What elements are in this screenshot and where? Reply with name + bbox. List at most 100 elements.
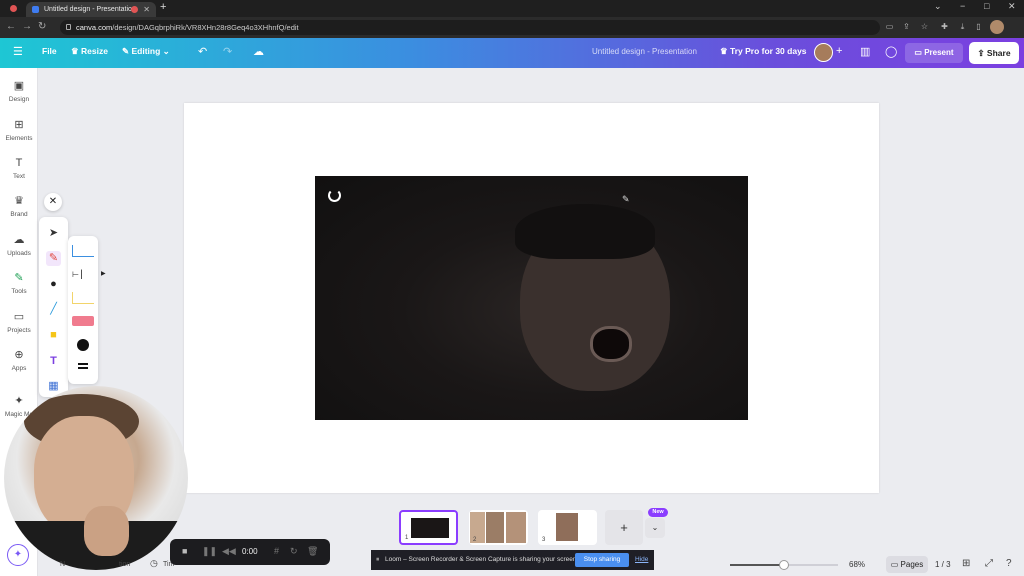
url-path: /design/DAGqbrphiRk/VR8XHn28r8Geq4o3XHhn… [112,23,299,32]
notes-label[interactable]: N [60,561,65,568]
tab-search-icon[interactable]: ⌄ [934,1,942,12]
highlighter-option[interactable] [72,292,94,304]
pen-option[interactable] [72,245,94,257]
video-hair [515,204,655,259]
trash-icon[interactable]: 🗑 [307,546,318,557]
tab-close-icon[interactable]: ✕ [143,2,150,17]
download-icon[interactable]: ⤓ [958,22,967,31]
tab-title: Untitled design - Presentatio [44,6,132,13]
webcam-bubble[interactable] [4,386,188,570]
bookmark-star-icon[interactable]: ☆ [920,22,929,31]
minimize-button[interactable]: − [960,1,965,11]
grid-view-icon[interactable]: ⊞ [962,558,970,569]
sidebar-item-label: Text [13,173,25,180]
maximize-button[interactable]: □ [984,1,989,11]
sticky-note-icon[interactable]: ■ [46,328,61,343]
reload-icon[interactable]: ↻ [38,21,46,32]
timer-icon[interactable]: ◷ [150,558,158,569]
share-icon: ⇪ [977,48,987,58]
eraser-option[interactable] [72,316,94,326]
add-page-button[interactable]: + [605,510,643,545]
pen-tool-icon[interactable]: ✎ [46,251,61,266]
restart-icon[interactable]: ↻ [290,546,298,557]
shapes-icon[interactable]: ● [46,277,61,292]
pages-icon: ▭ [890,560,901,569]
stop-sharing-button[interactable]: Stop sharing [575,553,629,567]
back-icon[interactable]: ← [6,21,16,32]
share-label: Share [986,48,1011,58]
pause-icon[interactable]: ❚❚ [202,546,217,557]
loom-pause-icon[interactable]: ⏸ [376,550,379,570]
zoom-slider-handle[interactable] [779,560,789,570]
hide-link[interactable]: Hide [635,550,648,570]
stop-record-icon[interactable]: ■ [182,546,187,556]
recording-dot-icon [10,5,17,12]
sidebar-item-tools[interactable]: ✎ Tools [0,272,38,295]
page-thumbnail-2[interactable]: 2 [469,510,528,545]
color-swatch[interactable] [77,339,89,351]
undo-icon[interactable]: ↶ [198,45,207,58]
page-number: 2 [473,537,477,543]
browser-tab[interactable]: Untitled design - Presentatio ✕ [26,2,156,17]
insights-icon[interactable]: ▥ [860,45,870,58]
menu-icon[interactable]: ☰ [13,45,23,58]
pen-options-panel: ⊢ ▏ [68,236,98,384]
resize-button[interactable]: ♛ Resize [71,46,108,57]
grid-icon[interactable]: # [274,546,279,556]
sidebar-item-uploads[interactable]: ☁ Uploads [0,234,38,257]
magic-assistant-icon[interactable]: ✦ [7,544,29,566]
text-tool-icon[interactable]: T [46,354,61,369]
extensions-icon[interactable]: ✚ [940,22,949,31]
table-tool-icon[interactable]: ▦ [46,379,61,394]
select-cursor-icon[interactable]: ➤ [46,226,61,241]
profile-avatar[interactable] [990,20,1004,34]
stroke-weight-icon[interactable] [78,363,88,365]
sidebar-item-design[interactable]: ▣ Design [0,80,38,103]
zoom-level[interactable]: 68% [849,560,865,569]
share-button[interactable]: ⇪ Share [969,42,1019,64]
duration-label[interactable]: tion [119,561,130,568]
crown-icon: ♛ [720,46,730,56]
crown-icon: ♛ [71,46,81,56]
design-icon: ▣ [13,80,25,92]
file-menu[interactable]: File [42,46,57,56]
cloud-save-icon[interactable]: ☁ [253,45,264,58]
add-collaborator-icon[interactable]: + [836,45,842,57]
present-button[interactable]: ▭ Present [905,43,963,63]
try-pro-button[interactable]: ♛ Try Pro for 30 days [720,46,807,57]
cast-icon[interactable]: ▭ [885,22,894,31]
fullscreen-icon[interactable]: ⤢ [985,558,993,569]
line-tool-icon[interactable]: ╱ [46,302,61,317]
close-window-button[interactable]: ✕ [1008,1,1016,12]
forward-icon[interactable]: → [22,21,32,32]
magic-media-icon: ✦ [14,395,24,407]
marker-option[interactable]: ⊢ ▏ [72,270,94,280]
page-thumbnail-3[interactable]: 3 [538,510,597,545]
sidebar-item-text[interactable]: T Text [0,157,38,180]
redo-icon[interactable]: ↷ [223,45,232,58]
document-title[interactable]: Untitled design - Presentation [592,47,697,56]
thumbnail-image [556,513,578,541]
chevron-down-icon[interactable]: ⌄ [645,518,665,538]
url-field[interactable]: canva.com/design/DAGqbrphiRk/VR8XHn28r8G… [60,20,880,35]
chevron-down-icon: ⌄ [162,46,170,56]
help-icon[interactable]: ? [1006,558,1012,569]
sidebar-item-elements[interactable]: ⊞ Elements [0,119,38,142]
sidepanel-icon[interactable]: ▯ [974,22,983,31]
zoom-slider-fill [730,564,784,566]
close-draw-button[interactable]: ✕ [44,193,62,211]
sidebar-item-apps[interactable]: ⊕ Apps [0,349,38,372]
sidebar-item-label: Tools [11,288,27,295]
video-element[interactable] [315,176,748,420]
comment-icon[interactable]: ◯ [885,45,897,58]
sidebar-item-projects[interactable]: ▭ Projects [0,311,38,334]
share-page-icon[interactable]: ⇪ [902,22,911,31]
pages-button[interactable]: ▭ Pages [886,556,928,573]
rewind-icon[interactable]: ◀◀ [222,546,236,557]
editing-mode-button[interactable]: ✎ Editing ⌄ [122,46,170,57]
page-thumbnail-1[interactable]: 1 [399,510,458,545]
new-tab-button[interactable]: + [160,1,166,13]
user-avatar[interactable] [814,43,833,62]
sidebar-item-brand[interactable]: ♛ Brand [0,195,38,218]
elements-icon: ⊞ [14,119,24,131]
